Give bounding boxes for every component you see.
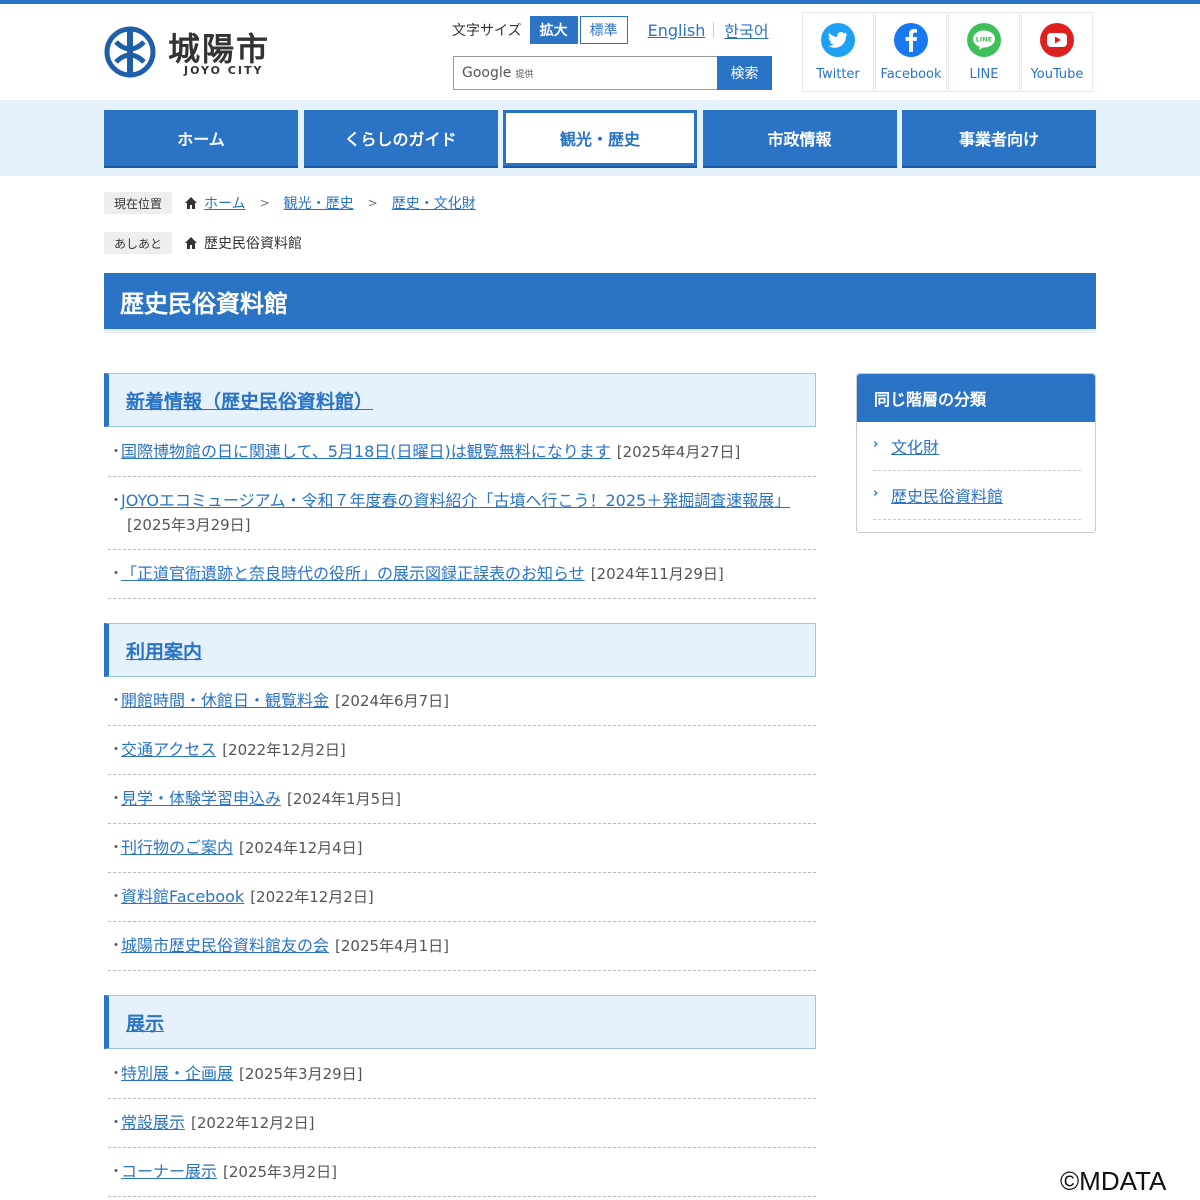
line-icon: LINE: [967, 23, 1001, 57]
lang-korean-link[interactable]: 한국어: [724, 18, 768, 42]
sidebar-same-level: 同じ階層の分類 › 文化財 › 歴史民俗資料館: [856, 373, 1096, 533]
ashiato-current: 歴史民俗資料館: [204, 236, 303, 252]
section-heading-news[interactable]: 新着情報（歴史民俗資料館）: [104, 373, 816, 427]
breadcrumb-history[interactable]: 歴史・文化財: [392, 193, 476, 213]
list-item-link[interactable]: 刊行物のご案内: [121, 838, 233, 857]
list-item-link[interactable]: 開館時間・休館日・観覧料金: [121, 691, 329, 710]
list-item: ・刊行物のご案内 [2024年12月4日]: [108, 836, 816, 873]
chevron-right-icon: ›: [873, 437, 879, 452]
global-nav: ホーム くらしのガイド 観光・歴史 市政情報 事業者向け: [104, 110, 1096, 166]
city-emblem-icon: [104, 26, 156, 78]
home-icon: [185, 197, 198, 209]
ashiato-tag: あしあと: [104, 232, 173, 254]
list-item: ・常設展示 [2022年12月2日]: [108, 1111, 816, 1148]
home-icon: [185, 237, 198, 249]
social-facebook[interactable]: Facebook: [875, 12, 947, 92]
section-heading-guide[interactable]: 利用案内: [104, 623, 816, 677]
ashiato: あしあと 歴史民俗資料館: [104, 232, 302, 254]
sidebar-item-bunkazai[interactable]: › 文化財: [873, 422, 1081, 471]
font-size-controls: 文字サイズ 拡大 標準 English 한국어: [452, 16, 769, 44]
list-item-date: [2025年3月29日]: [127, 516, 251, 534]
youtube-icon: [1040, 23, 1074, 57]
gnav-living-guide[interactable]: くらしのガイド: [303, 110, 498, 166]
gnav-home[interactable]: ホーム: [104, 110, 298, 166]
twitter-icon: [821, 23, 855, 57]
list-item-link[interactable]: 特別展・企画展: [121, 1064, 233, 1083]
font-size-standard-button[interactable]: 標準: [579, 16, 628, 44]
list-item-date: [2022年12月2日]: [250, 888, 374, 906]
list-item: ・交通アクセス [2022年12月2日]: [108, 738, 816, 775]
list-item-link[interactable]: 交通アクセス: [121, 740, 216, 759]
list-item: ・資料館Facebook [2022年12月2日]: [108, 885, 816, 922]
list-item-date: [2025年4月27日]: [616, 443, 741, 461]
list-item-date: [2024年12月4日]: [239, 839, 363, 857]
social-line[interactable]: LINE LINE: [948, 12, 1020, 92]
section-title[interactable]: 新着情報（歴史民俗資料館）: [126, 387, 373, 414]
sidebar-item-label[interactable]: 歴史民俗資料館: [891, 483, 1003, 507]
list-item: ・コーナー展示 [2025年3月2日]: [108, 1160, 816, 1197]
breadcrumb: 現在位置 ホーム > 観光・歴史 > 歴史・文化財: [104, 192, 476, 214]
google-provider-label: Google 提供: [462, 65, 534, 81]
list-item: ・城陽市歴史民俗資料館友の会 [2025年4月1日]: [108, 934, 816, 971]
list-item-link[interactable]: 資料館Facebook: [121, 887, 244, 906]
gnav-business[interactable]: 事業者向け: [902, 110, 1096, 166]
search-button[interactable]: 検索: [717, 56, 772, 90]
svg-text:LINE: LINE: [976, 36, 992, 44]
list-item-link[interactable]: JOYOエコミュージアム・令和７年度春の資料紹介「古墳へ行こう！2025＋発掘調…: [121, 491, 790, 510]
social-youtube[interactable]: YouTube: [1021, 12, 1093, 92]
chevron-right-icon: ›: [873, 486, 879, 501]
font-size-large-button[interactable]: 拡大: [529, 16, 578, 44]
list-item-date: [2022年12月2日]: [222, 741, 346, 759]
sidebar-item-label[interactable]: 文化財: [891, 434, 939, 458]
section-heading-exhibits[interactable]: 展示: [104, 995, 816, 1049]
list-item-link[interactable]: コーナー展示: [121, 1162, 217, 1181]
list-item-date: [2025年3月2日]: [223, 1163, 337, 1181]
page-title: 歴史民俗資料館: [104, 273, 1096, 333]
social-line-label: LINE: [969, 67, 999, 82]
lang-english-link[interactable]: English: [648, 21, 706, 40]
social-facebook-label: Facebook: [880, 67, 942, 82]
search-input[interactable]: Google 提供: [453, 56, 717, 90]
breadcrumb-tourism[interactable]: 観光・歴史: [284, 193, 354, 213]
list-item-link[interactable]: 常設展示: [121, 1113, 185, 1132]
list-item-date: [2025年3月29日]: [239, 1065, 363, 1083]
breadcrumb-tag: 現在位置: [104, 192, 173, 214]
list-item-link[interactable]: 国際博物館の日に関連して、5月18日(日曜日)は観覧無料になります: [121, 442, 611, 461]
list-item: ・ JOYOエコミュージアム・令和７年度春の資料紹介「古墳へ行こう！2025＋発掘…: [108, 489, 816, 550]
list-item: ・開館時間・休館日・観覧料金 [2024年6月7日]: [108, 689, 816, 726]
sidebar-title: 同じ階層の分類: [857, 374, 1095, 422]
social-youtube-label: YouTube: [1030, 67, 1084, 82]
list-item: ・「正道官衙遺跡と奈良時代の役所」の展示図録正誤表のお知らせ [2024年11月2…: [108, 562, 816, 599]
list-item-date: [2024年6月7日]: [335, 692, 449, 710]
list-item-date: [2024年1月5日]: [287, 790, 401, 808]
sidebar-item-museum[interactable]: › 歴史民俗資料館: [873, 471, 1081, 520]
gnav-city-admin[interactable]: 市政情報: [702, 110, 897, 166]
section-title[interactable]: 利用案内: [126, 637, 202, 664]
list-item: ・見学・体験学習申込み [2024年1月5日]: [108, 787, 816, 824]
watermark: ©MDATA: [1060, 1166, 1167, 1196]
list-item-link[interactable]: 「正道官衙遺跡と奈良時代の役所」の展示図録正誤表のお知らせ: [121, 564, 585, 583]
gnav-tourism-history[interactable]: 観光・歴史: [503, 110, 697, 166]
social-twitter-label: Twitter: [816, 67, 860, 82]
site-logo[interactable]: 城陽市 JOYO CITY: [104, 24, 284, 80]
facebook-icon: [894, 23, 928, 57]
top-accent-bar: [0, 0, 1200, 4]
list-item-date: [2025年4月1日]: [335, 937, 449, 955]
list-item: ・国際博物館の日に関連して、5月18日(日曜日)は観覧無料になります [2025年…: [108, 440, 816, 477]
breadcrumb-home[interactable]: ホーム: [204, 193, 246, 213]
list-item-date: [2024年11月29日]: [590, 565, 724, 583]
logo-subtitle: JOYO CITY: [184, 64, 264, 77]
font-size-label: 文字サイズ: [452, 23, 522, 39]
site-search: Google 提供 検索: [453, 56, 772, 90]
chevron-right-icon: >: [367, 196, 378, 210]
social-links: Twitter Facebook LINE LINE YouTube: [802, 12, 1094, 92]
lang-divider: [713, 22, 715, 38]
list-item-date: [2022年12月2日]: [191, 1114, 315, 1132]
social-twitter[interactable]: Twitter: [802, 12, 874, 92]
list-item-link[interactable]: 見学・体験学習申込み: [121, 789, 281, 808]
section-title[interactable]: 展示: [126, 1009, 164, 1036]
list-item: ・特別展・企画展 [2025年3月29日]: [108, 1062, 816, 1099]
chevron-right-icon: >: [259, 196, 270, 210]
list-item-link[interactable]: 城陽市歴史民俗資料館友の会: [121, 936, 329, 955]
